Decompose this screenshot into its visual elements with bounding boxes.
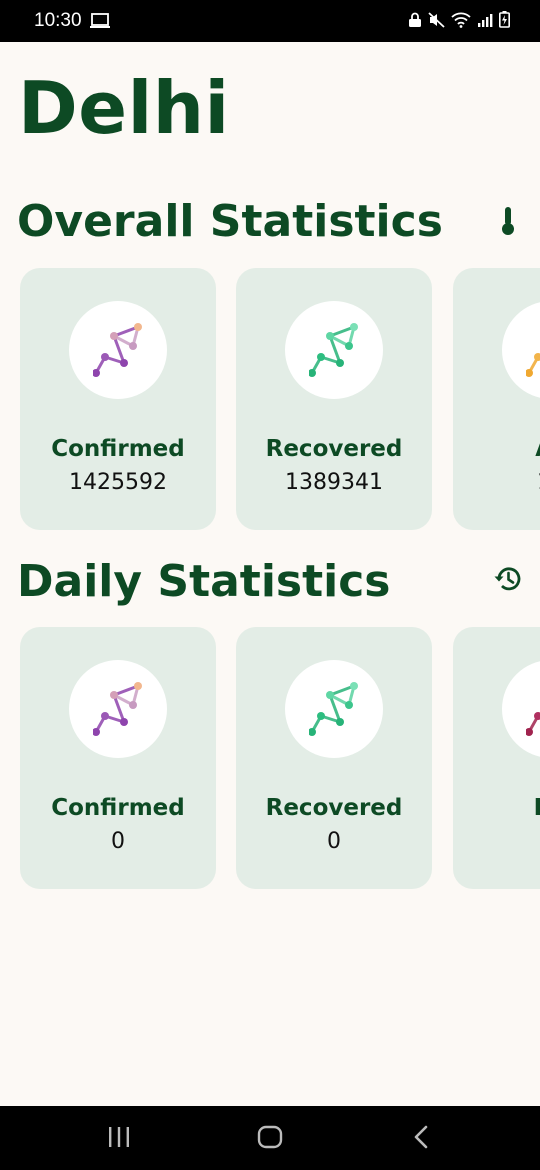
laptop-icon bbox=[90, 13, 110, 28]
daily-deceased-card[interactable]: De bbox=[453, 627, 540, 889]
card-label: Recovered bbox=[265, 436, 403, 462]
card-label: Confirmed bbox=[51, 436, 185, 462]
lock-icon bbox=[409, 12, 421, 27]
overall-confirmed-card[interactable]: Confirmed 1425592 bbox=[20, 268, 216, 530]
trend-chart-icon bbox=[93, 323, 142, 377]
card-value: 1389341 bbox=[285, 470, 383, 495]
card-icon-circle bbox=[69, 660, 167, 758]
trend-chart-icon bbox=[526, 353, 540, 377]
card-value: 1425592 bbox=[69, 470, 167, 495]
history-icon[interactable] bbox=[493, 564, 523, 594]
overall-statistics-title: Overall Statistics bbox=[17, 196, 443, 247]
mute-icon bbox=[428, 11, 445, 28]
overall-active-card[interactable]: Ac 12 bbox=[453, 268, 540, 530]
daily-cards-row[interactable]: Confirmed 0 Recovered 0 bbox=[20, 627, 540, 889]
overall-recovered-card[interactable]: Recovered 1389341 bbox=[236, 268, 432, 530]
overall-cards-row[interactable]: Confirmed 1425592 Recovered 1389341 bbox=[20, 268, 540, 530]
status-bar: 10:30 bbox=[0, 0, 540, 42]
card-label: De bbox=[453, 795, 540, 821]
card-icon-circle bbox=[285, 301, 383, 399]
card-icon-circle bbox=[285, 660, 383, 758]
trend-chart-icon bbox=[309, 682, 358, 736]
home-icon[interactable] bbox=[257, 1124, 283, 1150]
recent-apps-icon[interactable] bbox=[107, 1124, 131, 1150]
thermometer-icon[interactable] bbox=[498, 206, 518, 236]
trend-chart-icon bbox=[93, 682, 142, 736]
card-label: Confirmed bbox=[51, 795, 185, 821]
navigation-bar bbox=[0, 1106, 540, 1170]
trend-chart-icon bbox=[526, 712, 540, 736]
status-time: 10:30 bbox=[34, 10, 82, 31]
card-value: 0 bbox=[111, 829, 125, 854]
status-icons bbox=[408, 11, 510, 28]
wifi-icon bbox=[451, 12, 471, 28]
daily-confirmed-card[interactable]: Confirmed 0 bbox=[20, 627, 216, 889]
daily-statistics-title: Daily Statistics bbox=[17, 556, 391, 607]
card-value: 12 bbox=[453, 470, 540, 495]
daily-recovered-card[interactable]: Recovered 0 bbox=[236, 627, 432, 889]
back-icon[interactable] bbox=[410, 1124, 432, 1150]
card-icon-circle bbox=[502, 301, 540, 399]
card-label: Recovered bbox=[265, 795, 403, 821]
card-label: Ac bbox=[453, 436, 540, 462]
city-title: Delhi bbox=[18, 66, 230, 150]
trend-chart-icon bbox=[309, 323, 358, 377]
signal-icon bbox=[478, 13, 493, 27]
card-icon-circle bbox=[69, 301, 167, 399]
card-icon-circle bbox=[502, 660, 540, 758]
card-value: 0 bbox=[327, 829, 341, 854]
battery-icon bbox=[499, 11, 510, 28]
